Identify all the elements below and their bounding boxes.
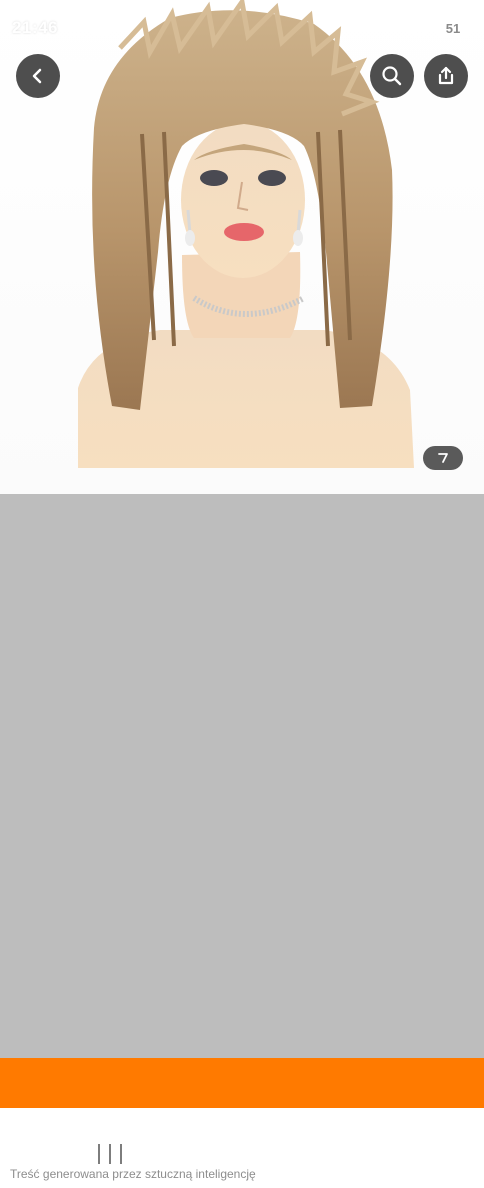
- status-time: 21:46: [12, 18, 58, 37]
- share-icon: [438, 66, 454, 85]
- ai-generated-note: Treść generowana przez sztuczną intelige…: [10, 1167, 256, 1181]
- status-left: 21:46: [12, 18, 110, 38]
- youtube-icon: [91, 21, 110, 35]
- action-bar[interactable]: [0, 1058, 484, 1108]
- back-arrow-icon: [32, 68, 42, 84]
- recent-apps-icon[interactable]: [98, 1144, 122, 1164]
- gallery-counter-button[interactable]: [423, 446, 463, 470]
- wifi-icon: [382, 21, 400, 35]
- battery-indicator: 51: [434, 18, 472, 38]
- content-placeholder-panel: [0, 494, 484, 1058]
- status-right: 51: [382, 18, 472, 38]
- screenshot-icon: [65, 21, 84, 35]
- share-button[interactable]: [424, 54, 468, 98]
- back-button[interactable]: [16, 54, 60, 98]
- search-button[interactable]: [370, 54, 414, 98]
- signal-icon: [408, 21, 426, 35]
- gallery-count-icon: [438, 453, 448, 463]
- status-bar: 21:46 51: [0, 0, 484, 56]
- search-icon: [382, 66, 402, 86]
